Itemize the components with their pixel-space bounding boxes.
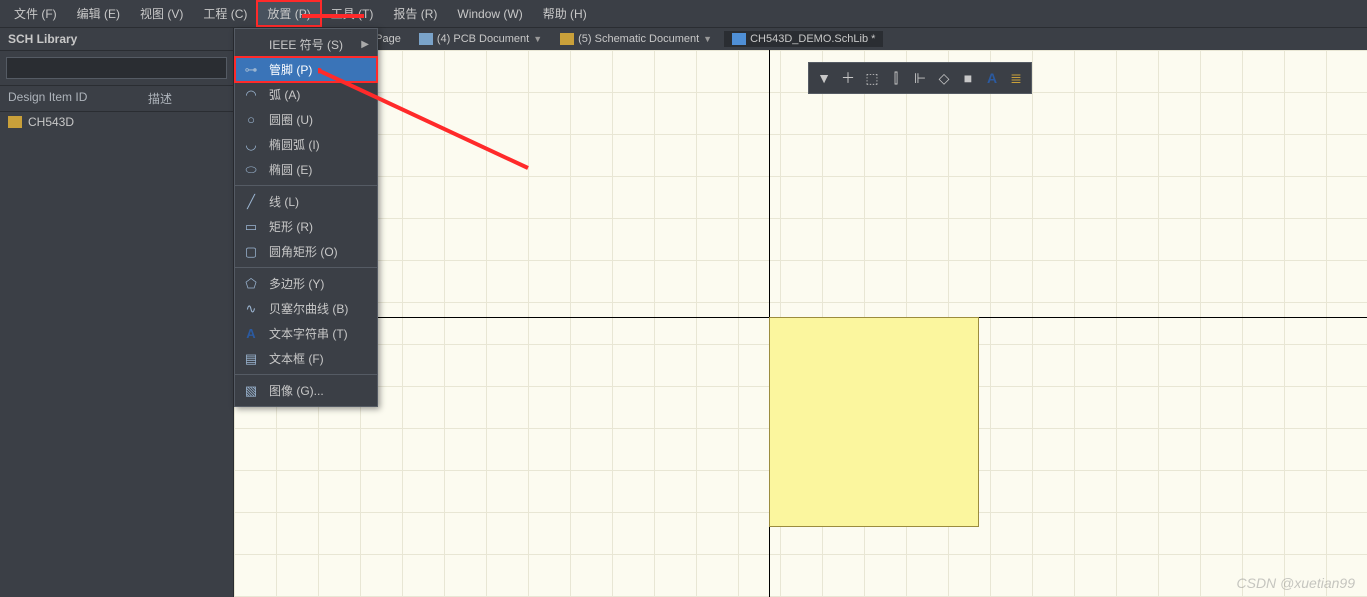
- schematic-canvas[interactable]: ▼ ＋ ⬚ ⫿ ⊩ ◇ ■ A ≣: [234, 50, 1367, 597]
- dd-arc[interactable]: ◠ 弧 (A): [235, 82, 377, 107]
- menu-view[interactable]: 视图 (V): [130, 1, 193, 26]
- separator: [235, 185, 377, 186]
- floating-toolbar: ▼ ＋ ⬚ ⫿ ⊩ ◇ ■ A ≣: [808, 62, 1032, 94]
- dd-label: 图像 (G)...: [269, 382, 324, 399]
- tb-select[interactable]: ⬚: [861, 67, 883, 89]
- rectangle-icon: ▭: [243, 219, 259, 235]
- doc-tab-label: CH543D_DEMO.SchLib *: [750, 33, 875, 45]
- tb-filter[interactable]: ▼: [813, 67, 835, 89]
- pcb-icon: [419, 33, 433, 45]
- menu-place[interactable]: 放置 (P): [257, 1, 320, 26]
- dd-label: 弧 (A): [269, 86, 300, 103]
- tb-list[interactable]: ≣: [1005, 67, 1027, 89]
- tb-add[interactable]: ＋: [837, 67, 859, 89]
- tb-shape[interactable]: ◇: [933, 67, 955, 89]
- circle-icon: ○: [243, 112, 259, 128]
- dd-round-rectangle[interactable]: ▢ 圆角矩形 (O): [235, 239, 377, 264]
- menu-help[interactable]: 帮助 (H): [533, 1, 597, 26]
- separator: [235, 374, 377, 375]
- dd-label: 文本字符串 (T): [269, 325, 348, 342]
- dd-label: 椭圆 (E): [269, 161, 312, 178]
- dd-line[interactable]: ╱ 线 (L): [235, 189, 377, 214]
- dd-elliptical-arc[interactable]: ◡ 椭圆弧 (I): [235, 132, 377, 157]
- menu-tools[interactable]: 工具 (T): [321, 1, 384, 26]
- text-frame-icon: ▤: [243, 351, 259, 367]
- schlib-icon: [732, 33, 746, 45]
- dd-label: 多边形 (Y): [269, 275, 324, 292]
- doc-tab-label: (4) PCB Document: [437, 33, 529, 45]
- menu-file[interactable]: 文件 (F): [4, 1, 67, 26]
- dd-label: IEEE 符号 (S): [269, 36, 343, 53]
- dd-label: 矩形 (R): [269, 218, 313, 235]
- panel-title: SCH Library: [0, 28, 233, 51]
- folder-icon: [560, 33, 574, 45]
- tb-fill[interactable]: ■: [957, 67, 979, 89]
- dd-pin[interactable]: ⊶ 管脚 (P): [235, 57, 377, 82]
- search-input[interactable]: [6, 57, 227, 79]
- sidebar-sch-library: SCH Library Design Item ID 描述 CH543D: [0, 28, 234, 597]
- elliptical-arc-icon: ◡: [243, 137, 259, 153]
- list-header: Design Item ID 描述: [0, 85, 233, 112]
- dd-polygon[interactable]: ⬠ 多边形 (Y): [235, 271, 377, 296]
- col-description[interactable]: 描述: [148, 90, 172, 107]
- col-design-item-id[interactable]: Design Item ID: [8, 90, 148, 107]
- doc-tab-label: (5) Schematic Document: [578, 33, 699, 45]
- dd-image[interactable]: ▧ 图像 (G)...: [235, 378, 377, 403]
- list-item[interactable]: CH543D: [0, 112, 233, 132]
- chevron-down-icon: ▼: [533, 34, 542, 44]
- dd-label: 椭圆弧 (I): [269, 136, 320, 153]
- round-rectangle-icon: ▢: [243, 244, 259, 260]
- doc-tab-active[interactable]: CH543D_DEMO.SchLib *: [724, 31, 883, 47]
- menu-project[interactable]: 工程 (C): [193, 1, 257, 26]
- dd-label: 圆角矩形 (O): [269, 243, 338, 260]
- menu-window[interactable]: Window (W): [447, 3, 532, 25]
- dd-circle[interactable]: ○ 圆圈 (U): [235, 107, 377, 132]
- component-icon: [8, 116, 22, 128]
- menu-edit[interactable]: 编辑 (E): [67, 1, 130, 26]
- dd-label: 贝塞尔曲线 (B): [269, 300, 348, 317]
- dd-label: 圆圈 (U): [269, 111, 313, 128]
- dd-label: 管脚 (P): [269, 61, 312, 78]
- ellipse-icon: ⬭: [243, 162, 259, 178]
- separator: [235, 267, 377, 268]
- menu-bar: 文件 (F) 编辑 (E) 视图 (V) 工程 (C) 放置 (P) 工具 (T…: [0, 0, 1367, 28]
- chevron-down-icon: ▼: [703, 34, 712, 44]
- blank-icon: [243, 37, 259, 53]
- dd-text-frame[interactable]: ▤ 文本框 (F): [235, 346, 377, 371]
- dd-label: 线 (L): [269, 193, 299, 210]
- menu-reports[interactable]: 报告 (R): [383, 1, 447, 26]
- list-item-label: CH543D: [28, 115, 74, 129]
- chevron-right-icon: ▶: [361, 39, 369, 50]
- tb-align[interactable]: ⫿: [885, 67, 907, 89]
- dd-rectangle[interactable]: ▭ 矩形 (R): [235, 214, 377, 239]
- line-icon: ╱: [243, 194, 259, 210]
- pin-icon: ⊶: [243, 62, 259, 78]
- dd-ellipse[interactable]: ⬭ 椭圆 (E): [235, 157, 377, 182]
- bezier-icon: ∿: [243, 301, 259, 317]
- text-icon: A: [243, 326, 259, 342]
- tb-text[interactable]: A: [981, 67, 1003, 89]
- dd-bezier[interactable]: ∿ 贝塞尔曲线 (B): [235, 296, 377, 321]
- dd-label: 文本框 (F): [269, 350, 324, 367]
- watermark: CSDN @xuetian99: [1237, 575, 1356, 591]
- component-body[interactable]: [769, 317, 979, 527]
- doc-tab-pcb[interactable]: (4) PCB Document ▼: [413, 33, 548, 45]
- place-menu-dropdown: IEEE 符号 (S) ▶ ⊶ 管脚 (P) ◠ 弧 (A) ○ 圆圈 (U) …: [234, 28, 378, 407]
- arc-icon: ◠: [243, 87, 259, 103]
- tb-move[interactable]: ⊩: [909, 67, 931, 89]
- image-icon: ▧: [243, 383, 259, 399]
- dd-ieee-symbol[interactable]: IEEE 符号 (S) ▶: [235, 32, 377, 57]
- dd-text-string[interactable]: A 文本字符串 (T): [235, 321, 377, 346]
- polygon-icon: ⬠: [243, 276, 259, 292]
- doc-tab-sch[interactable]: (5) Schematic Document ▼: [554, 33, 718, 45]
